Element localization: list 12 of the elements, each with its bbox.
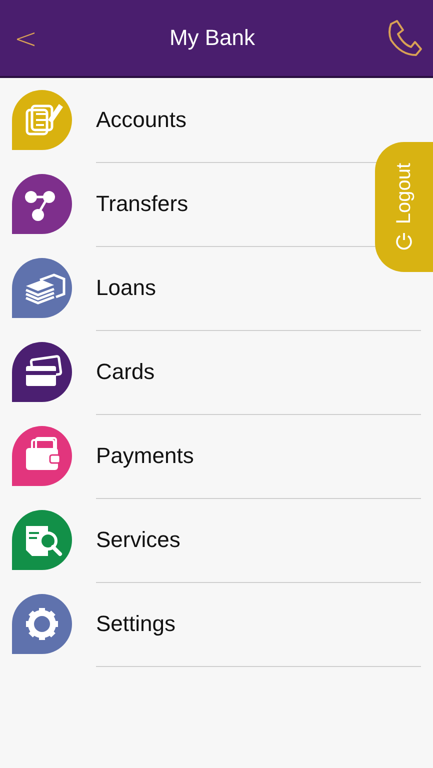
menu-item[interactable]: Transfers <box>96 190 188 216</box>
menu-item[interactable]: Cards <box>96 358 155 384</box>
menu-item[interactable]: Loans <box>96 274 156 300</box>
menu-item[interactable]: Services <box>96 526 180 552</box>
back-button[interactable]: < <box>10 22 42 54</box>
menu-item[interactable]: Settings <box>96 610 176 636</box>
power-icon <box>394 230 414 251</box>
menu-item[interactable]: Accounts <box>96 106 186 132</box>
menu-item[interactable]: Payments <box>96 442 194 468</box>
menu-icon[interactable] <box>12 342 72 402</box>
menu-icon[interactable] <box>12 174 72 234</box>
header-title: My Bank <box>169 25 256 51</box>
